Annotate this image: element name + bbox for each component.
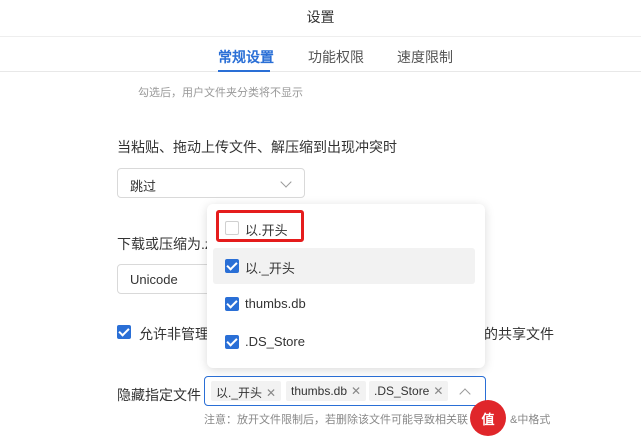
folder-category-hint: 勾选后，用户文件夹分类将不显示: [138, 87, 303, 99]
option-checkbox[interactable]: [225, 335, 239, 349]
tab-speed-limit[interactable]: 速度限制: [397, 47, 453, 67]
logo-text: 值: [481, 412, 495, 427]
allow-label-tail: 的共享文件: [484, 326, 554, 342]
encoding-label: 下载或压缩为.z: [117, 236, 212, 252]
option-label: thumbs.db: [245, 296, 306, 311]
hide-files-label: 隐藏指定文件: [117, 387, 201, 403]
option-ds-store[interactable]: .DS_Store: [213, 324, 475, 360]
close-icon[interactable]: ✕: [266, 386, 276, 400]
tag-thumbs-db: thumbs.db ✕: [286, 381, 367, 401]
annotation-highlight-box: [216, 210, 304, 242]
option-thumbs-db[interactable]: thumbs.db: [213, 286, 475, 322]
conflict-select-value: 跳过: [130, 179, 157, 194]
active-tab-indicator: [218, 70, 270, 72]
hide-files-note: 注意：放开文件限制后，若删除该文件可能导致相关联: [204, 414, 468, 426]
conflict-select[interactable]: 跳过: [117, 168, 305, 198]
tag-label: thumbs.db: [291, 384, 348, 398]
close-icon[interactable]: ✕: [351, 384, 361, 398]
tab-bar: 常规设置 功能权限 速度限制: [0, 36, 641, 72]
close-icon[interactable]: ✕: [433, 384, 443, 398]
allow-label: 允许非管理: [139, 326, 209, 342]
option-label: 以._开头: [245, 261, 295, 276]
chevron-up-icon[interactable]: [459, 388, 471, 400]
tab-permissions[interactable]: 功能权限: [308, 47, 364, 67]
option-underscore-prefix[interactable]: 以._开头: [213, 248, 475, 284]
logo-icon: 值: [470, 400, 506, 436]
chevron-down-icon: [280, 176, 292, 188]
tab-general-settings[interactable]: 常规设置: [218, 47, 274, 67]
tag-label: .DS_Store: [374, 384, 430, 398]
encoding-select-value: Unicode: [130, 272, 178, 287]
tag-ds-store: .DS_Store ✕: [369, 381, 449, 401]
tag-label: 以._开头: [216, 386, 263, 400]
conflict-label: 当粘贴、拖动上传文件、解压缩到出现冲突时: [117, 139, 397, 155]
option-checkbox[interactable]: [225, 259, 239, 273]
option-label: .DS_Store: [245, 334, 305, 349]
allow-checkbox[interactable]: [117, 325, 131, 339]
option-checkbox[interactable]: [225, 297, 239, 311]
dialog-title: 设置: [306, 9, 335, 25]
hide-files-select[interactable]: 以._开头 ✕ thumbs.db ✕ .DS_Store ✕: [204, 376, 486, 406]
hide-files-note-tail: &中格式: [510, 414, 551, 426]
tag-underscore-prefix: 以._开头 ✕: [211, 381, 282, 401]
